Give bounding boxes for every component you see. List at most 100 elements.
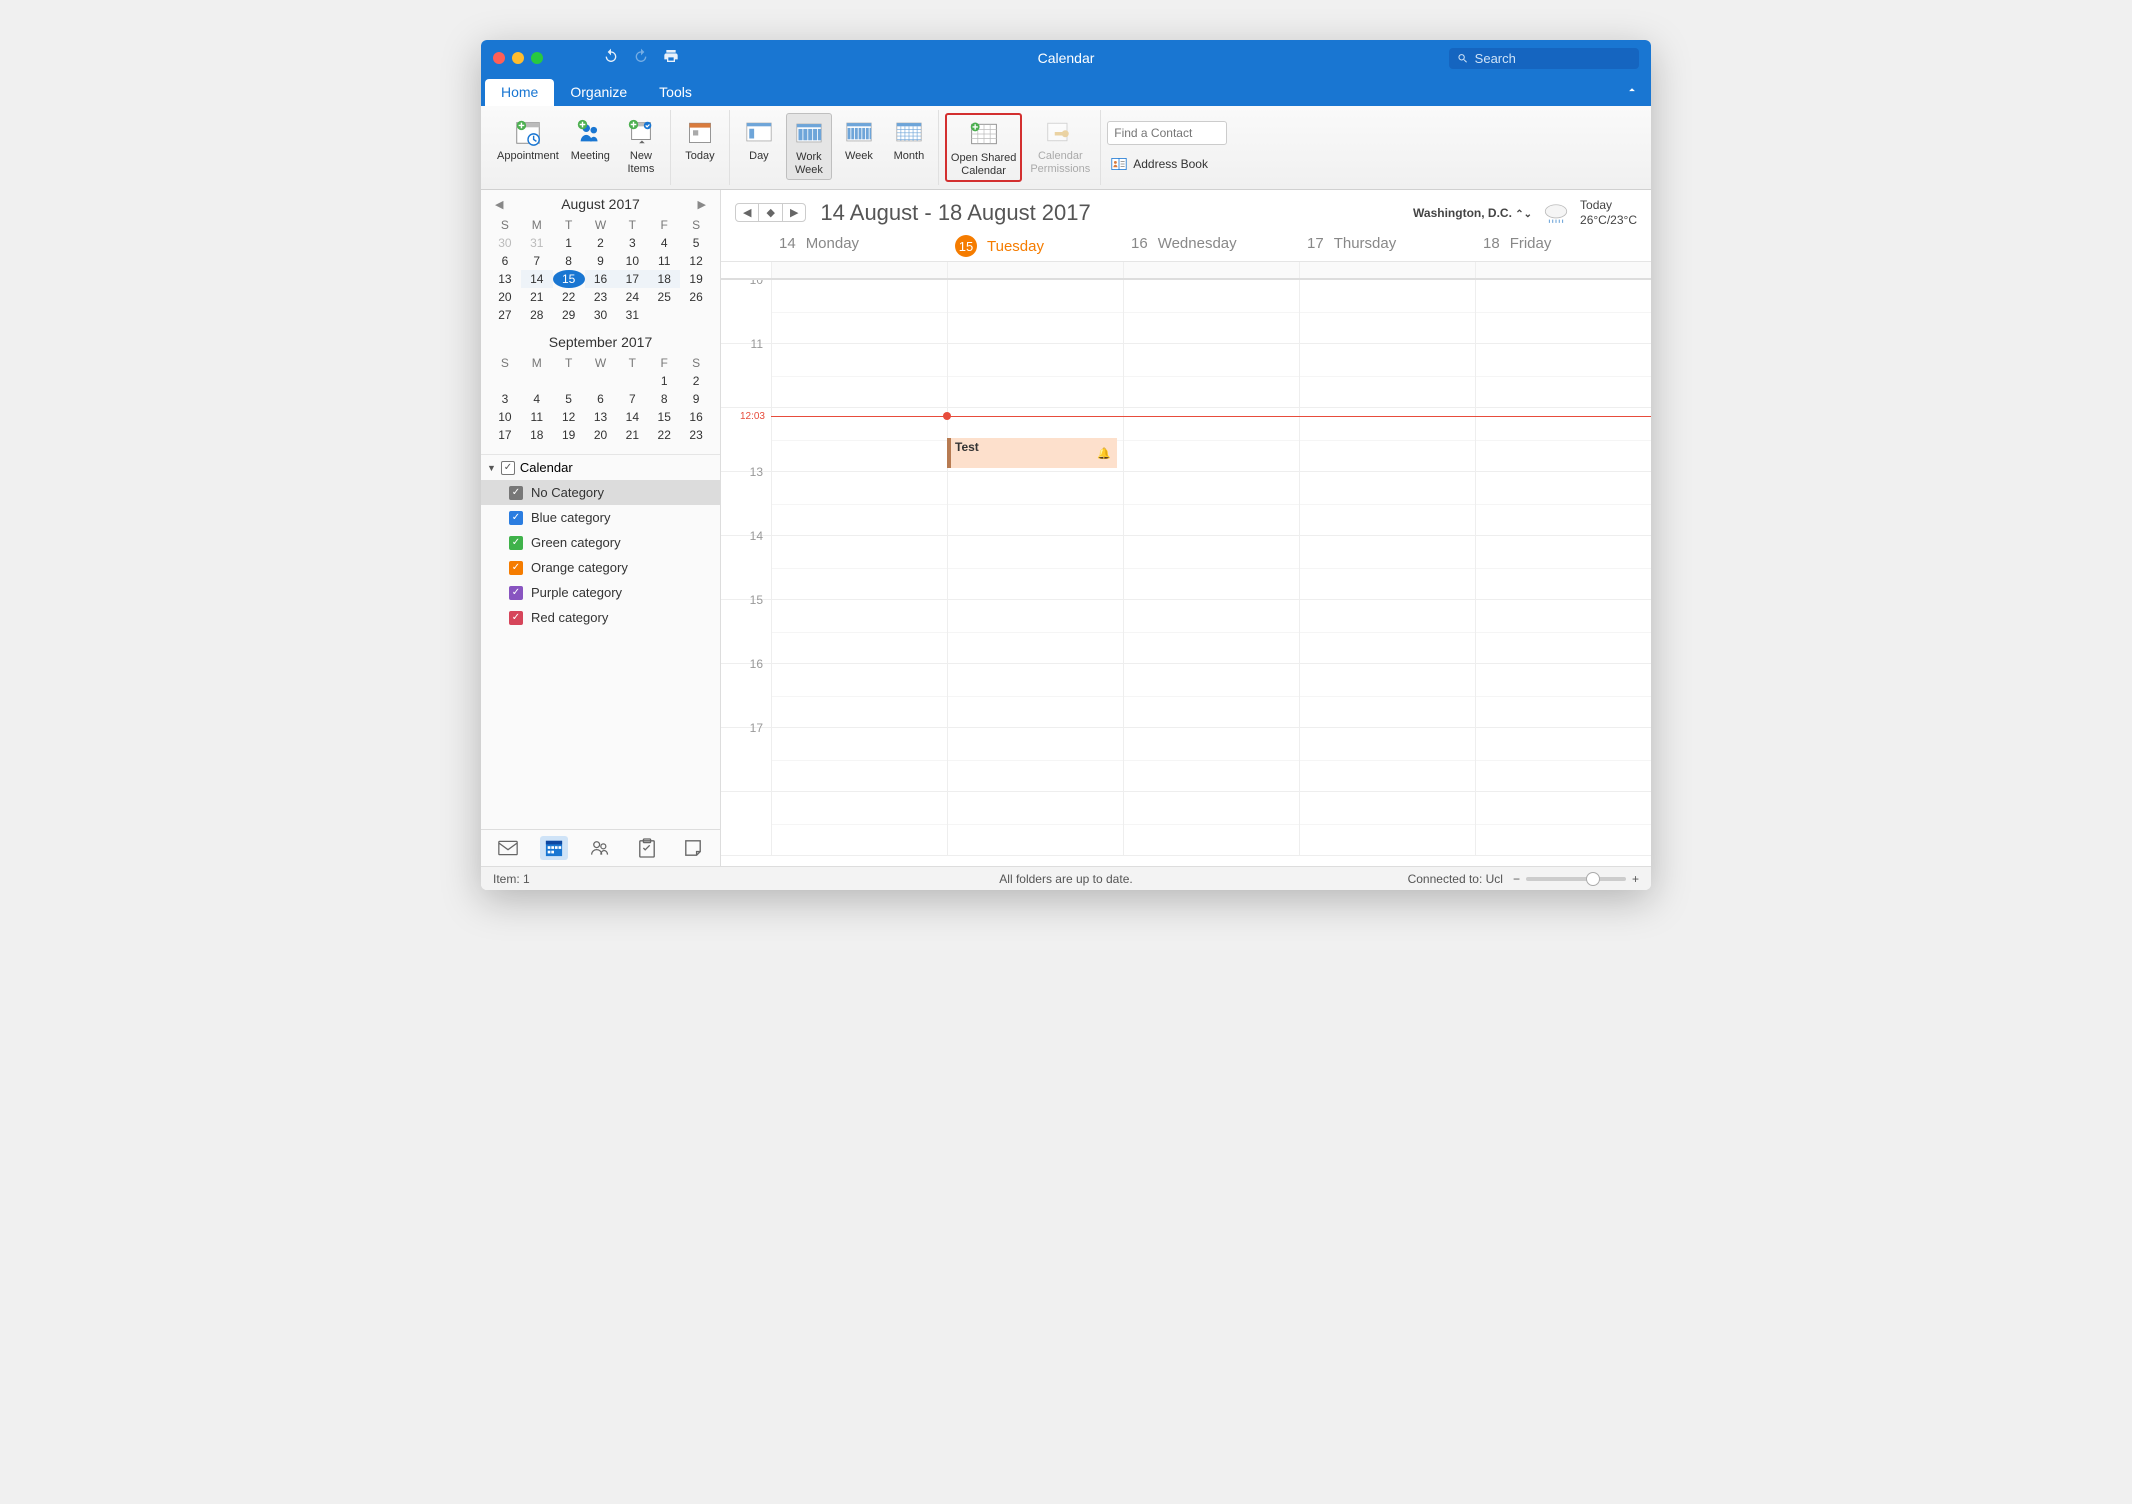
- mini-cal-day[interactable]: 13: [585, 408, 617, 426]
- time-cell[interactable]: [947, 472, 1123, 535]
- all-day-cell[interactable]: [947, 262, 1123, 278]
- time-cell[interactable]: [1299, 728, 1475, 791]
- mini-cal-day[interactable]: [489, 372, 521, 390]
- mini-cal-day[interactable]: 31: [616, 306, 648, 324]
- all-day-cell[interactable]: [1123, 262, 1299, 278]
- all-day-cell[interactable]: [771, 262, 947, 278]
- mini-cal-day[interactable]: 6: [489, 252, 521, 270]
- mini-cal-day[interactable]: 7: [521, 252, 553, 270]
- time-cell[interactable]: [1475, 344, 1651, 407]
- time-cell[interactable]: [1299, 280, 1475, 343]
- time-cell[interactable]: [1123, 344, 1299, 407]
- time-cell[interactable]: [1299, 344, 1475, 407]
- time-cell[interactable]: [771, 728, 947, 791]
- undo-button[interactable]: [603, 48, 619, 69]
- meeting-button[interactable]: Meeting: [567, 113, 614, 166]
- nav-next-button[interactable]: ▶: [783, 204, 805, 221]
- mini-cal-day[interactable]: 16: [680, 408, 712, 426]
- mini-cal-day[interactable]: 11: [521, 408, 553, 426]
- day-view-button[interactable]: Day: [736, 113, 782, 166]
- all-day-cell[interactable]: [1475, 262, 1651, 278]
- mini-cal-day[interactable]: 10: [489, 408, 521, 426]
- category-item[interactable]: ✓Orange category: [481, 555, 720, 580]
- mini-cal-day[interactable]: 6: [585, 390, 617, 408]
- mini-cal-day[interactable]: 22: [648, 426, 680, 444]
- mini-cal-day[interactable]: 19: [680, 270, 712, 288]
- category-checkbox[interactable]: ✓: [509, 611, 523, 625]
- day-header[interactable]: 16Wednesday: [1123, 231, 1299, 261]
- mail-nav-button[interactable]: [494, 836, 522, 860]
- mini-cal-day[interactable]: 1: [553, 234, 585, 252]
- new-items-button[interactable]: New Items: [618, 113, 664, 178]
- mini-cal-day[interactable]: 17: [489, 426, 521, 444]
- mini-cal-day[interactable]: 30: [489, 234, 521, 252]
- find-contact-input[interactable]: [1107, 121, 1227, 145]
- today-button[interactable]: Today: [677, 113, 723, 166]
- week-view-button[interactable]: Week: [836, 113, 882, 166]
- mini-cal-day[interactable]: 15: [648, 408, 680, 426]
- time-cell[interactable]: [1123, 664, 1299, 727]
- category-checkbox[interactable]: ✓: [509, 486, 523, 500]
- category-item[interactable]: ✓Red category: [481, 605, 720, 630]
- zoom-slider[interactable]: [1526, 877, 1626, 881]
- weather-widget[interactable]: Washington, D.C. ⌃⌄ Today 26°C/23°C: [1413, 198, 1637, 227]
- mini-cal-day[interactable]: 13: [489, 270, 521, 288]
- work-week-view-button[interactable]: Work Week: [786, 113, 832, 180]
- mini-cal-day[interactable]: 3: [616, 234, 648, 252]
- redo-button[interactable]: [633, 48, 649, 69]
- mini-cal-day[interactable]: 18: [521, 426, 553, 444]
- month-view-button[interactable]: Month: [886, 113, 932, 166]
- mini-cal-day[interactable]: 28: [521, 306, 553, 324]
- mini-cal-day[interactable]: 16: [585, 270, 617, 288]
- mini-cal-day[interactable]: 27: [489, 306, 521, 324]
- time-cell[interactable]: [947, 536, 1123, 599]
- time-cell[interactable]: [1299, 664, 1475, 727]
- mini-cal-day[interactable]: 2: [680, 372, 712, 390]
- people-nav-button[interactable]: [586, 836, 614, 860]
- mini-cal-day[interactable]: 14: [616, 408, 648, 426]
- print-button[interactable]: [663, 48, 679, 69]
- mini-cal-day[interactable]: 30: [585, 306, 617, 324]
- mini-cal-day[interactable]: [553, 372, 585, 390]
- mini-cal-day[interactable]: 8: [553, 252, 585, 270]
- time-cell[interactable]: [1123, 472, 1299, 535]
- day-header[interactable]: 15Tuesday: [947, 231, 1123, 261]
- time-cell[interactable]: [1475, 600, 1651, 663]
- mini-cal-day[interactable]: 10: [616, 252, 648, 270]
- mini-cal-day[interactable]: 15: [553, 270, 585, 288]
- category-checkbox[interactable]: ✓: [509, 561, 523, 575]
- mini-cal-day[interactable]: 31: [521, 234, 553, 252]
- time-cell[interactable]: [1123, 792, 1299, 855]
- time-cell[interactable]: [1299, 536, 1475, 599]
- next-month-button[interactable]: ▶: [694, 196, 710, 213]
- tab-home[interactable]: Home: [485, 79, 554, 106]
- time-cell[interactable]: [771, 536, 947, 599]
- time-cell[interactable]: [771, 472, 947, 535]
- time-cell[interactable]: [947, 664, 1123, 727]
- mini-cal-day[interactable]: 20: [585, 426, 617, 444]
- calendar-list-root[interactable]: ▼ ✓ Calendar: [481, 455, 720, 480]
- time-cell[interactable]: [1123, 728, 1299, 791]
- mini-cal-day[interactable]: 12: [680, 252, 712, 270]
- tasks-nav-button[interactable]: [633, 836, 661, 860]
- time-cell[interactable]: [1123, 536, 1299, 599]
- zoom-control[interactable]: − +: [1513, 872, 1639, 886]
- mini-cal-day[interactable]: 12: [553, 408, 585, 426]
- mini-cal-day[interactable]: 4: [521, 390, 553, 408]
- calendar-event[interactable]: Test🔔: [947, 438, 1117, 468]
- tab-organize[interactable]: Organize: [554, 79, 643, 106]
- maximize-window-button[interactable]: [531, 52, 543, 64]
- mini-cal-day[interactable]: 5: [680, 234, 712, 252]
- time-cell[interactable]: [947, 728, 1123, 791]
- mini-cal-day[interactable]: 26: [680, 288, 712, 306]
- mini-cal-day[interactable]: 1: [648, 372, 680, 390]
- time-cell[interactable]: [771, 664, 947, 727]
- mini-cal-day[interactable]: [585, 372, 617, 390]
- mini-cal-day[interactable]: 8: [648, 390, 680, 408]
- time-cell[interactable]: [947, 792, 1123, 855]
- mini-cal-day[interactable]: 20: [489, 288, 521, 306]
- prev-month-button[interactable]: ◀: [491, 196, 507, 213]
- time-cell[interactable]: [1123, 600, 1299, 663]
- address-book-button[interactable]: Address Book: [1107, 153, 1212, 175]
- search-box[interactable]: [1449, 48, 1639, 69]
